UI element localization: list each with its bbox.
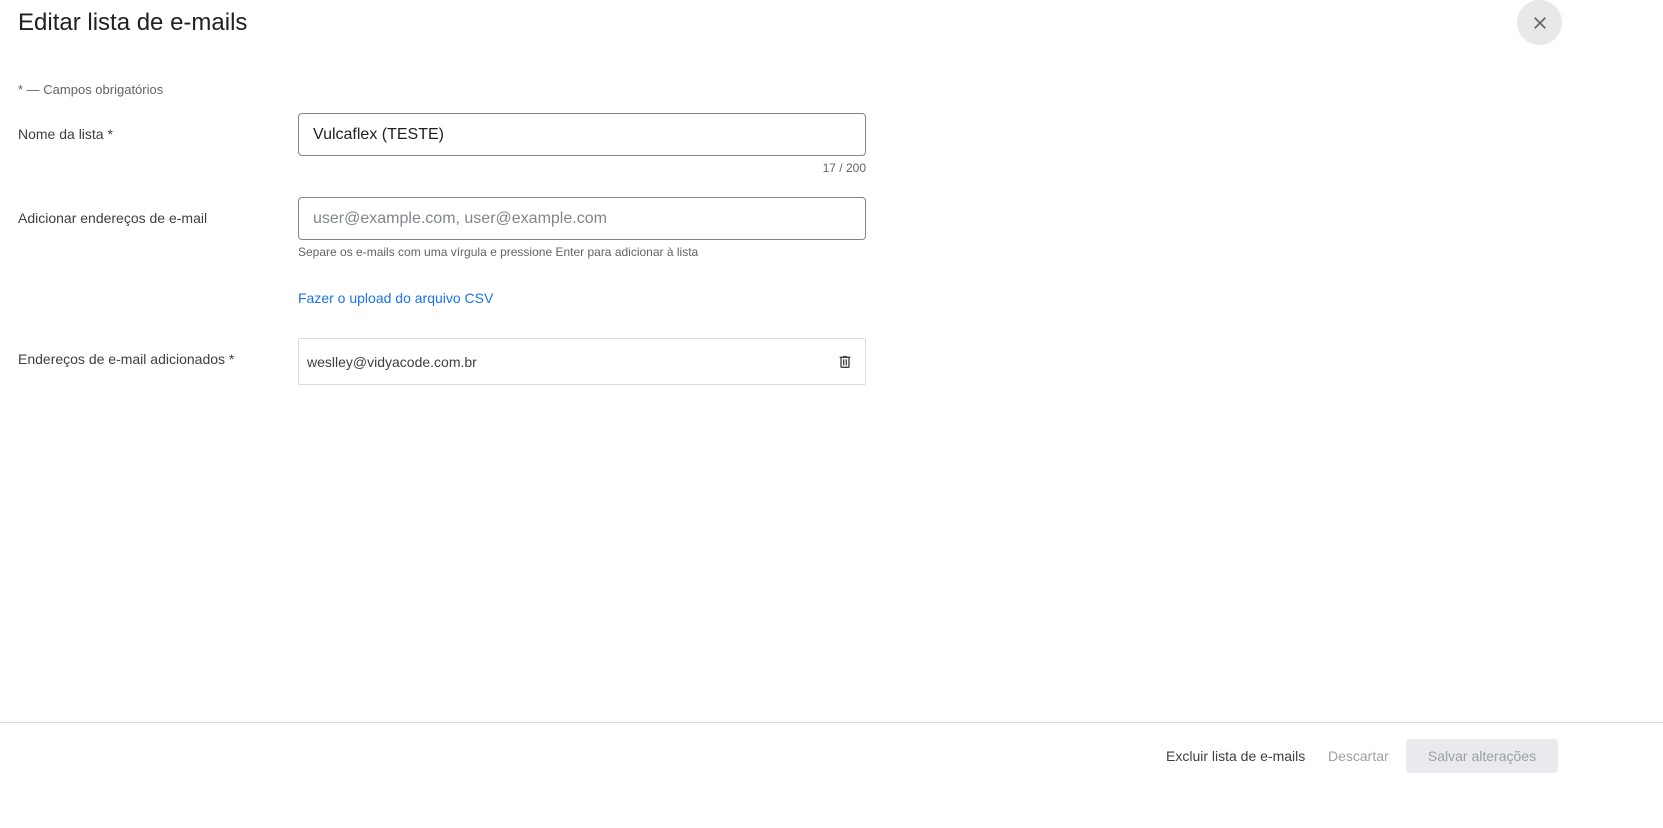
added-emails-label: Endereços de e-mail adicionados * xyxy=(18,351,235,367)
add-emails-label: Adicionar endereços de e-mail xyxy=(18,210,208,226)
dialog-footer: Excluir lista de e-mails Descartar Salva… xyxy=(0,722,1663,828)
add-emails-input[interactable] xyxy=(299,198,865,239)
required-fields-note: * — Campos obrigatórios xyxy=(18,82,164,97)
list-name-input[interactable] xyxy=(299,114,865,155)
list-name-field xyxy=(298,113,866,156)
close-button[interactable] xyxy=(1517,0,1562,45)
add-emails-field xyxy=(298,197,866,240)
list-item: weslley@vidyacode.com.br xyxy=(299,339,865,384)
close-icon xyxy=(1530,13,1550,33)
edit-email-list-dialog: Editar lista de e-mails * — Campos obrig… xyxy=(0,0,1663,828)
list-name-label: Nome da lista * xyxy=(18,126,113,142)
added-emails-list: weslley@vidyacode.com.br xyxy=(298,338,866,385)
delete-email-button[interactable] xyxy=(833,350,857,374)
upload-csv-link[interactable]: Fazer o upload do arquivo CSV xyxy=(298,290,493,306)
trash-icon xyxy=(837,354,853,370)
save-changes-button[interactable]: Salvar alterações xyxy=(1406,739,1558,773)
character-counter: 17 / 200 xyxy=(822,161,866,175)
page-title: Editar lista de e-mails xyxy=(18,9,248,36)
email-address: weslley@vidyacode.com.br xyxy=(307,353,477,370)
add-emails-helper: Separe os e-mails com uma vírgula e pres… xyxy=(298,245,699,259)
delete-list-button[interactable]: Excluir lista de e-mails xyxy=(1158,739,1313,773)
discard-button[interactable]: Descartar xyxy=(1320,739,1397,773)
